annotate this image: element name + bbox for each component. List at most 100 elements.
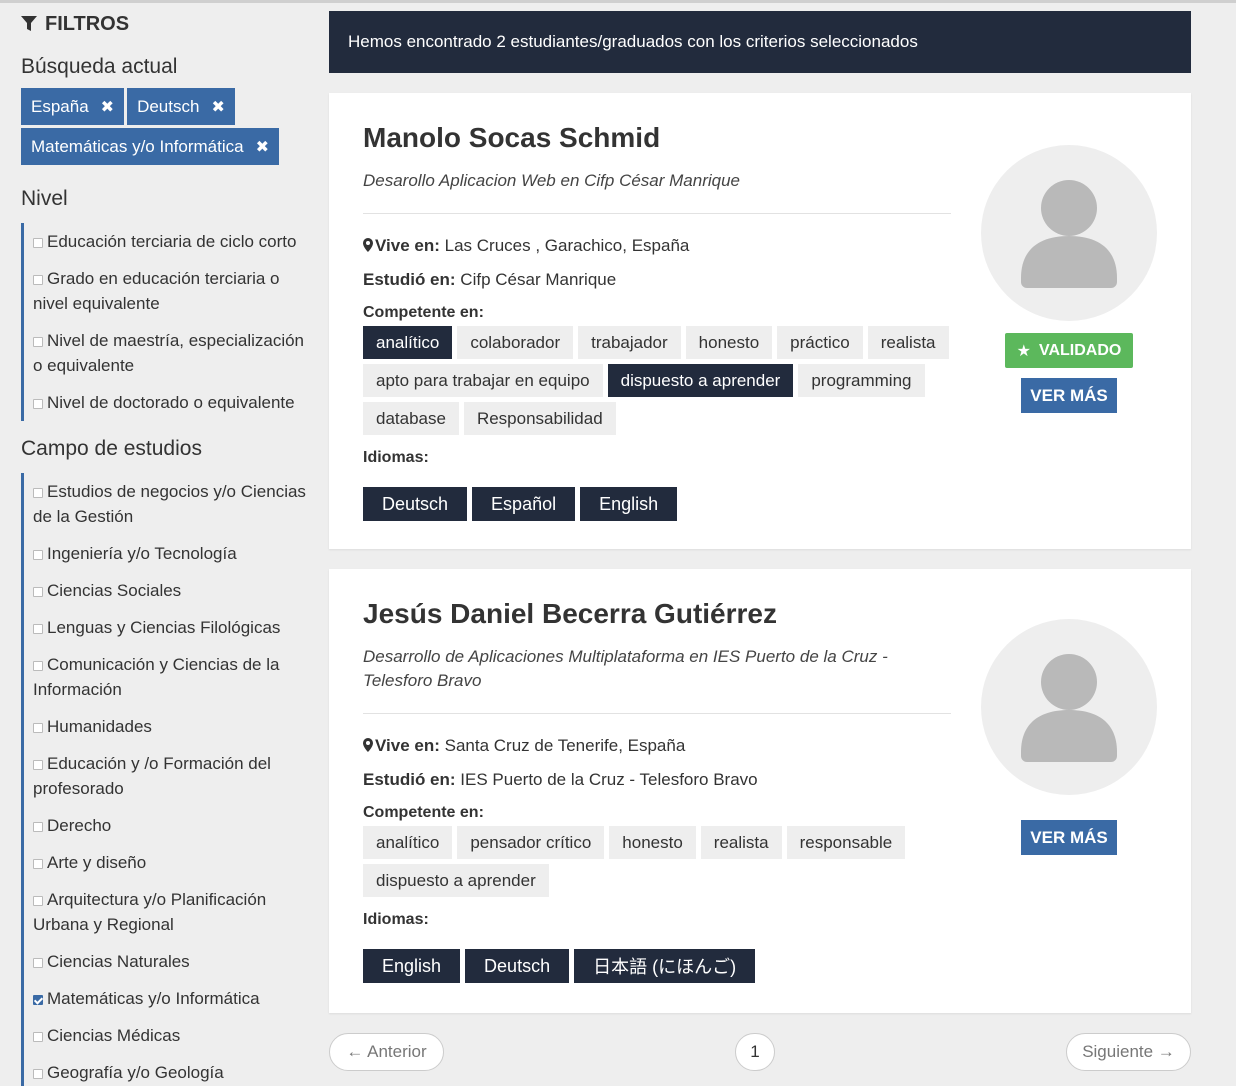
studied-value: Cifp César Manrique [460, 270, 617, 289]
filter-option[interactable]: Educación terciaria de ciclo corto [33, 223, 311, 260]
checkbox[interactable] [33, 1069, 43, 1079]
level-title: Nivel [21, 187, 68, 210]
language-tag: English [580, 487, 678, 521]
language-tag: English [363, 949, 461, 983]
checkbox[interactable] [33, 550, 43, 560]
student-card: Manolo Socas Schmid Desarollo Aplicacion… [329, 93, 1191, 549]
lives-label: Vive en: [375, 736, 440, 755]
avatar [981, 145, 1157, 321]
filter-chip[interactable]: España ✖ [21, 88, 125, 125]
filters-title: FILTROS [45, 12, 130, 35]
checkbox[interactable] [33, 896, 43, 906]
lives-row: Vive en: Las Cruces , Garachico, España [363, 234, 951, 258]
filter-option[interactable]: Geografía y/o Geología [33, 1054, 311, 1086]
filter-option-label: Ciencias Médicas [47, 1026, 181, 1045]
filter-option[interactable]: Arquitectura y/o Planificación Urbana y … [33, 881, 311, 943]
filter-option-label: Estudios de negocios y/o Ciencias de la … [33, 482, 306, 526]
filter-chip[interactable]: Matemáticas y/o Informática ✖ [21, 128, 279, 165]
checkbox[interactable] [33, 488, 43, 498]
field-title: Campo de estudios [21, 437, 202, 460]
lives-row: Vive en: Santa Cruz de Tenerife, España [363, 734, 951, 758]
checkbox[interactable] [33, 624, 43, 634]
competent-label: Competente en: [363, 304, 484, 321]
checkbox[interactable] [33, 723, 43, 733]
skill-tag: trabajador [578, 326, 681, 359]
checkbox[interactable] [33, 859, 43, 869]
filter-option[interactable]: Derecho [33, 807, 311, 844]
checkbox[interactable] [33, 337, 43, 347]
language-tag: Español [472, 487, 576, 521]
filter-option[interactable]: Nivel de maestría, especialización o equ… [33, 322, 311, 384]
filter-option[interactable]: Estudios de negocios y/o Ciencias de la … [33, 473, 311, 535]
validated-badge: ★ VALIDADO [1005, 333, 1133, 368]
lives-label: Vive en: [375, 236, 440, 255]
student-name[interactable]: Jesús Daniel Becerra Gutiérrez [363, 597, 951, 631]
close-icon[interactable]: ✖ [256, 137, 269, 157]
close-icon[interactable]: ✖ [101, 97, 114, 117]
filter-option[interactable]: Nivel de doctorado o equivalente [33, 384, 311, 421]
language-tags: English Deutsch 日本語 (にほんご) [363, 949, 951, 983]
filter-option-label: Ingeniería y/o Tecnología [47, 544, 237, 563]
skill-tag: pensador crítico [457, 826, 605, 859]
filter-option[interactable]: Arte y diseño [33, 844, 311, 881]
checkbox[interactable] [33, 995, 43, 1005]
star-icon: ★ [1016, 342, 1031, 360]
previous-page-button[interactable]: ← Anterior [329, 1033, 444, 1071]
next-page-button[interactable]: Siguiente → [1066, 1033, 1191, 1071]
skill-tag: apto para trabajar en equipo [363, 364, 603, 397]
filter-option-label: Nivel de doctorado o equivalente [47, 393, 295, 412]
checkbox[interactable] [33, 238, 43, 248]
filter-option-label: Educación terciaria de ciclo corto [47, 232, 297, 251]
checkbox[interactable] [33, 1032, 43, 1042]
filter-option-label: Humanidades [47, 717, 152, 736]
filter-option-label: Lenguas y Ciencias Filológicas [47, 618, 281, 637]
language-tag: Deutsch [363, 487, 468, 521]
page-number[interactable]: 1 [735, 1033, 775, 1071]
filter-option-label: Arte y diseño [47, 853, 147, 872]
checkbox[interactable] [33, 822, 43, 832]
avatar [981, 619, 1157, 795]
close-icon[interactable]: ✖ [211, 97, 224, 117]
level-filter-list: Educación terciaria de ciclo corto Grado … [21, 223, 311, 421]
skill-tag: analítico [363, 826, 453, 859]
filter-icon [21, 16, 37, 31]
filter-option[interactable]: Ciencias Médicas [33, 1017, 311, 1054]
studied-row: Estudió en: Cifp César Manrique [363, 268, 951, 292]
checkbox[interactable] [33, 760, 43, 770]
skill-tag: honesto [609, 826, 696, 859]
filter-option[interactable]: Grado en educación terciaria o nivel equ… [33, 260, 311, 322]
skill-tag: honesto [685, 326, 773, 359]
results-banner: Hemos encontrado 2 estudiantes/graduados… [329, 11, 1191, 73]
language-tags: Deutsch Español English [363, 487, 951, 521]
filter-option[interactable]: Comunicación y Ciencias de la Informació… [33, 646, 311, 708]
active-filter-chips: España ✖ Deutsch ✖ Matemáticas y/o Infor… [21, 88, 296, 165]
map-marker-icon [363, 738, 373, 752]
checkbox[interactable] [33, 275, 43, 285]
current-search-title: Búsqueda actual [21, 55, 178, 78]
studied-value: IES Puerto de la Cruz - Telesforo Bravo [460, 770, 758, 789]
view-more-button[interactable]: VER MÁS [1021, 820, 1117, 855]
filter-option[interactable]: Ingeniería y/o Tecnología [33, 535, 311, 572]
filter-option[interactable]: Humanidades [33, 708, 311, 745]
filter-option[interactable]: Ciencias Sociales [33, 572, 311, 609]
checkbox[interactable] [33, 958, 43, 968]
studied-label: Estudió en: [363, 270, 456, 289]
view-more-button[interactable]: VER MÁS [1021, 378, 1117, 413]
filter-option[interactable]: Lenguas y Ciencias Filológicas [33, 609, 311, 646]
studied-row: Estudió en: IES Puerto de la Cruz - Tele… [363, 768, 951, 792]
filter-option-label: Derecho [47, 816, 112, 835]
languages-label: Idiomas: [363, 911, 429, 928]
filter-option[interactable]: Matemáticas y/o Informática [33, 980, 311, 1017]
filter-option[interactable]: Educación y /o Formación del profesorado [33, 745, 311, 807]
filter-option-label: Matemáticas y/o Informática [47, 989, 260, 1008]
skill-tag: realista [867, 326, 949, 359]
student-name[interactable]: Manolo Socas Schmid [363, 121, 951, 155]
checkbox[interactable] [33, 661, 43, 671]
checkbox[interactable] [33, 587, 43, 597]
lives-value: Las Cruces , Garachico, España [444, 236, 690, 255]
filter-chip[interactable]: Deutsch ✖ [127, 88, 235, 125]
student-program: Desarrollo de Aplicaciones Multiplatafor… [363, 647, 888, 690]
skill-tags: analítico colaborador trabajador honesto prá… [363, 326, 953, 435]
filter-option[interactable]: Ciencias Naturales [33, 943, 311, 980]
checkbox[interactable] [33, 399, 43, 409]
